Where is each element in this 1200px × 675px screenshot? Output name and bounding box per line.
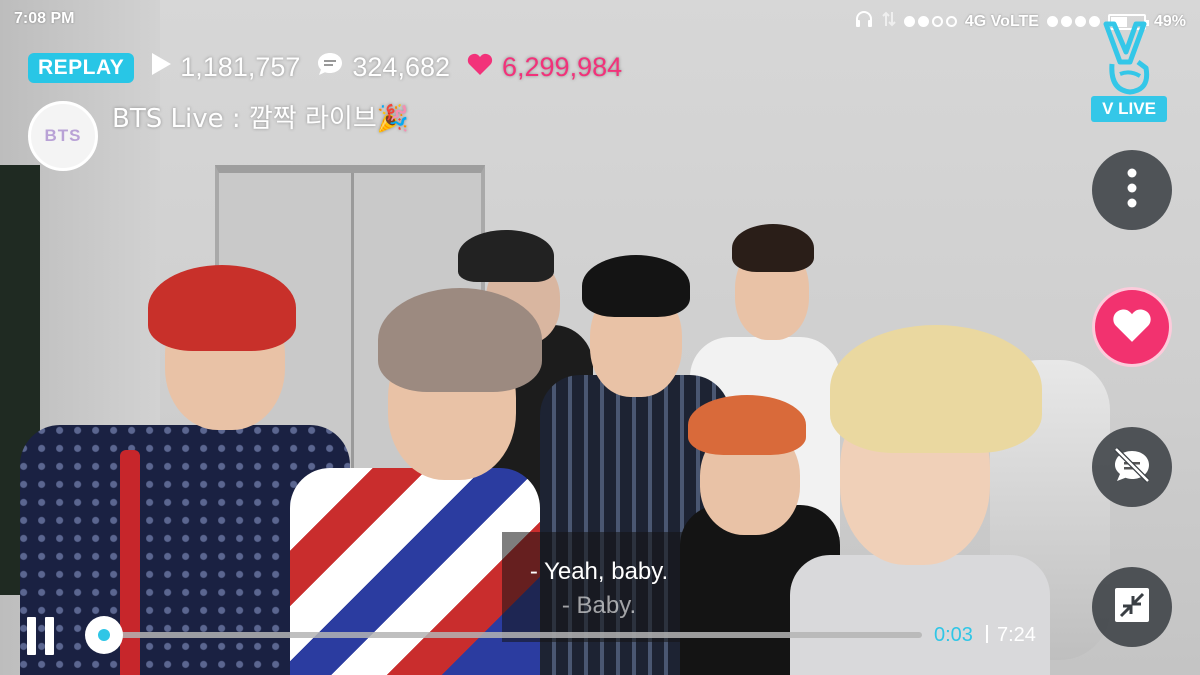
time-separator xyxy=(986,625,988,643)
plays-count: 1,181,757 xyxy=(180,52,301,82)
channel-avatar-text: BTS xyxy=(44,126,82,145)
stats-row: REPLAY 1,181,757 324,682 6,299,984 xyxy=(28,51,622,84)
comment-icon xyxy=(316,51,344,84)
signal-sim1-icon xyxy=(903,16,957,27)
pause-button[interactable] xyxy=(27,617,55,655)
comments-stat: 324,682 xyxy=(316,51,450,84)
status-bar: 7:08 PM 4G VoLTE 49% xyxy=(0,0,1200,38)
vlive-logo-text: V LIVE xyxy=(1091,96,1167,122)
progress-bar[interactable] xyxy=(104,632,922,638)
total-time: 7:24 xyxy=(997,624,1036,646)
more-vertical-icon xyxy=(1126,167,1138,214)
channel-row: BTS BTS Live : 깜짝 라이브🎉 xyxy=(28,101,409,171)
play-icon xyxy=(150,52,172,83)
subtitle-line-1: - Yeah, baby. xyxy=(529,558,669,585)
pause-icon xyxy=(27,617,36,655)
progress-handle[interactable] xyxy=(85,616,123,654)
replay-badge: REPLAY xyxy=(28,52,135,83)
heart-icon xyxy=(466,51,494,84)
like-button[interactable] xyxy=(1092,287,1172,367)
more-options-button[interactable] xyxy=(1092,150,1172,230)
likes-stat: 6,299,984 xyxy=(466,51,622,84)
vlive-logo: V LIVE xyxy=(1090,18,1170,126)
comments-count: 324,682 xyxy=(352,52,450,82)
chat-off-icon xyxy=(1110,445,1154,490)
status-time: 7:08 PM xyxy=(14,10,75,27)
heart-icon xyxy=(1110,305,1154,350)
player-controls: 0:03 7:24 xyxy=(0,595,1200,675)
v-hand-icon xyxy=(1103,21,1150,95)
likes-count: 6,299,984 xyxy=(502,52,623,82)
toggle-chat-button[interactable] xyxy=(1092,427,1172,507)
channel-avatar[interactable]: BTS xyxy=(28,101,98,171)
pause-icon-bar xyxy=(45,617,54,655)
current-time: 0:03 xyxy=(934,624,973,646)
video-title: BTS Live : 깜짝 라이브🎉 xyxy=(112,103,410,134)
network-type: 4G VoLTE xyxy=(964,12,1039,30)
plays-stat: 1,181,757 xyxy=(150,52,300,83)
data-transfer-icon xyxy=(882,10,896,33)
headphones-icon xyxy=(854,10,874,33)
